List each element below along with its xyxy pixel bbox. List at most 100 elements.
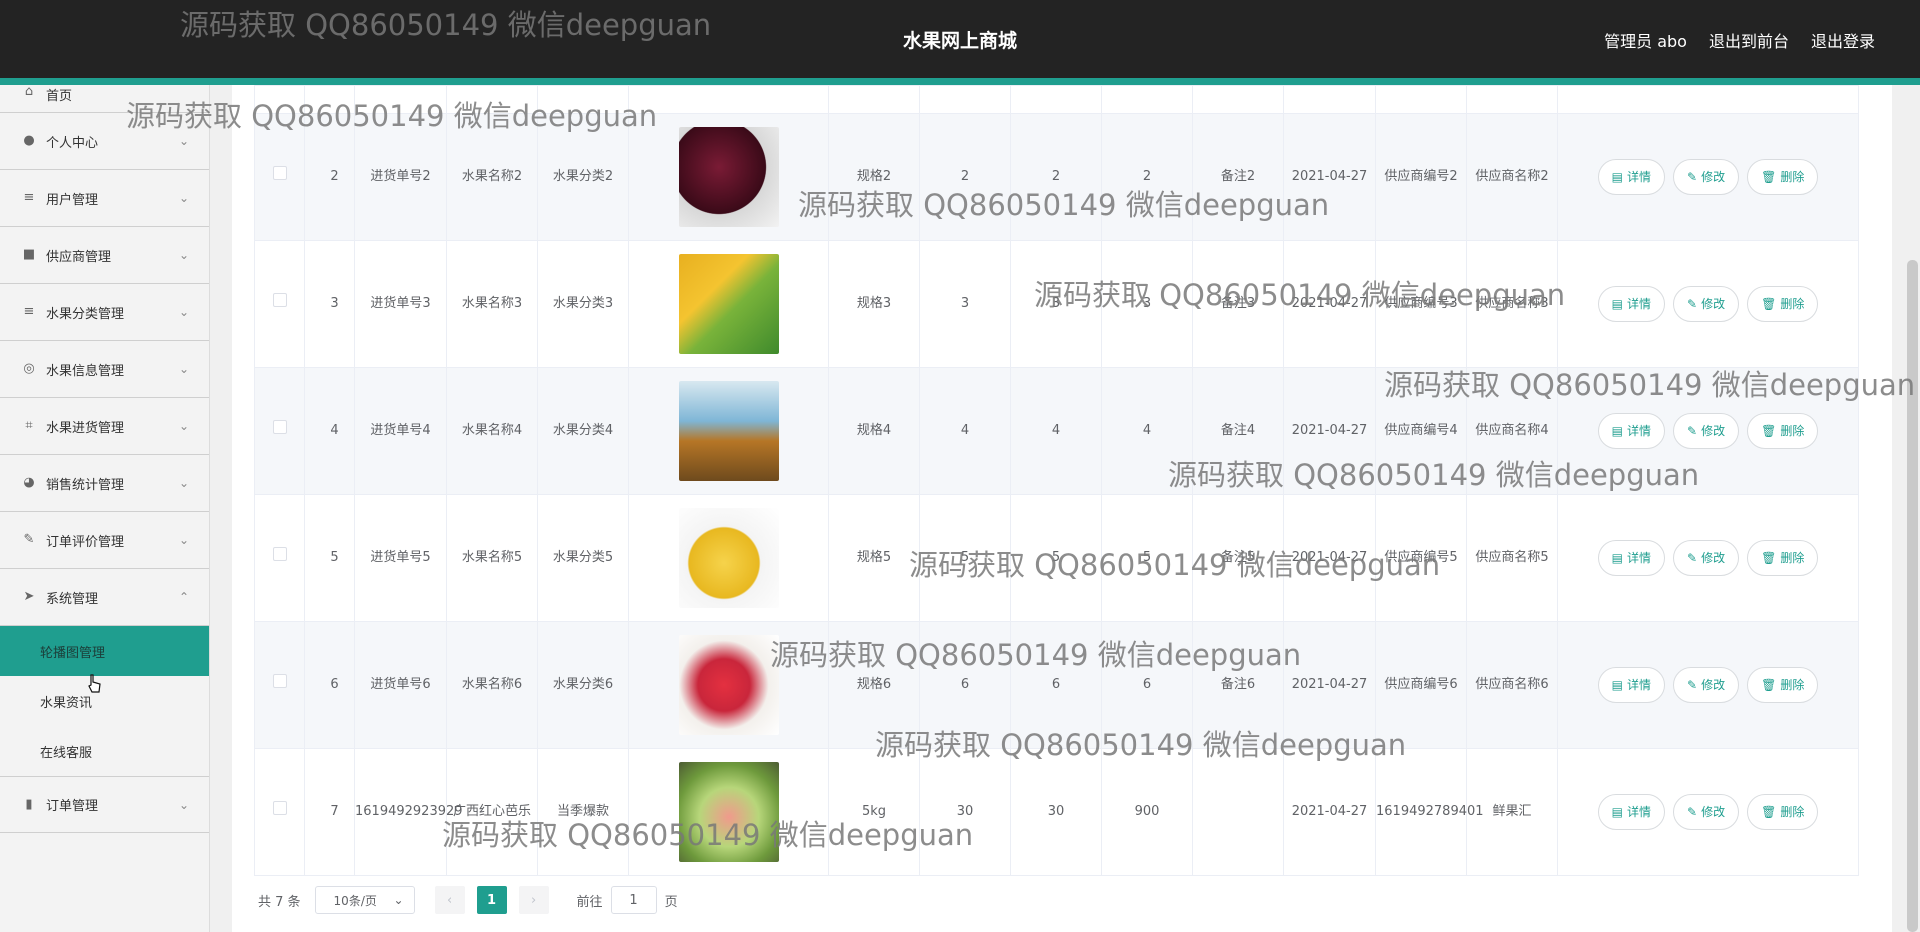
remark: 备注3	[1192, 240, 1284, 368]
sidebar-item-system[interactable]: ➤ 系统管理 ⌃	[0, 569, 209, 626]
sidebar-subitem-carousel[interactable]: 轮播图管理	[0, 626, 209, 676]
sidebar-item-suppliers[interactable]: ■ 供应商管理 ⌄	[0, 227, 209, 284]
document-icon: ▤	[1611, 551, 1623, 565]
detail-button[interactable]: ▤ 详情	[1597, 794, 1666, 830]
trash-icon: 🗑	[1761, 678, 1777, 692]
next-page-button[interactable]: ›	[518, 886, 549, 914]
supplier-name: 供应商名称3	[1466, 240, 1558, 368]
remark: 备注4	[1192, 367, 1284, 495]
row-index: 3	[304, 240, 355, 368]
row-checkbox[interactable]	[272, 674, 287, 688]
fruit-image	[678, 381, 779, 481]
fruit-category: 当季爆款	[537, 748, 629, 876]
quantity: 6	[919, 621, 1011, 749]
edit-button[interactable]: ✎ 修改	[1673, 413, 1740, 449]
page-suffix: 页	[664, 894, 678, 910]
row-checkbox[interactable]	[272, 420, 287, 434]
detail-button[interactable]: ▤ 详情	[1597, 413, 1666, 449]
chevron-down-icon: ⌄	[178, 305, 189, 319]
header-accent-line	[0, 78, 1920, 85]
total: 3	[1101, 240, 1193, 368]
box-icon: ■	[22, 247, 36, 262]
document-icon: ▤	[1611, 805, 1623, 819]
detail-button[interactable]: ▤ 详情	[1597, 159, 1666, 195]
purchase-code: 进货单号2	[354, 113, 447, 241]
row-checkbox[interactable]	[272, 547, 287, 561]
total: 6	[1101, 621, 1193, 749]
chevron-down-icon: ⌄	[178, 362, 189, 376]
sidebar-item-fruit-purchase[interactable]: ⌗ 水果进货管理 ⌄	[0, 398, 209, 455]
purchase-date: 2021-04-27	[1283, 621, 1376, 749]
sidebar-item-profile[interactable]: ● 个人中心 ⌄	[0, 113, 209, 170]
spec: 规格6	[828, 621, 920, 749]
detail-button[interactable]: ▤ 详情	[1597, 667, 1666, 703]
mouse-cursor-icon	[88, 674, 101, 693]
sidebar-item-label: 订单评价管理	[46, 534, 125, 550]
table-row: 7 1619492923929 广西红心芭乐 当季爆款 5kg 30 30 90…	[254, 748, 1859, 876]
supplier-code: 1619492789401	[1375, 748, 1484, 876]
goto-page-input[interactable]	[610, 886, 657, 914]
pencil-icon: ✎	[1687, 170, 1698, 184]
page-size-select[interactable]: 10条/页 ⌄	[314, 886, 415, 914]
pagination: 共 7 条 10条/页 ⌄ ‹ 1 › 前往 页	[258, 886, 678, 914]
scrollbar[interactable]	[1907, 260, 1918, 932]
quantity: 5	[919, 494, 1011, 622]
price: 3	[1010, 240, 1102, 368]
quantity: 3	[919, 240, 1011, 368]
sidebar-item-sales-stats[interactable]: ◕ 销售统计管理 ⌄	[0, 455, 209, 512]
delete-button[interactable]: 🗑 删除	[1747, 540, 1819, 576]
remark: 备注5	[1192, 494, 1284, 622]
top-links: 管理员 abo 退出到前台 退出登录	[1604, 28, 1875, 52]
sidebar-subitem-online-service[interactable]: 在线客服	[0, 726, 209, 776]
logout-link[interactable]: 退出登录	[1811, 28, 1875, 52]
chevron-down-icon: ⌄	[178, 248, 189, 262]
spec: 规格4	[828, 367, 920, 495]
admin-label: 管理员 abo	[1604, 32, 1687, 51]
fruit-image	[678, 508, 779, 608]
row-index: 4	[304, 367, 355, 495]
edit-button[interactable]: ✎ 修改	[1673, 286, 1740, 322]
row-checkbox[interactable]	[272, 801, 287, 815]
sidebar-item-fruit-info[interactable]: ◎ 水果信息管理 ⌄	[0, 341, 209, 398]
delete-button[interactable]: 🗑 删除	[1747, 413, 1819, 449]
table-row: 6 进货单号6 水果名称6 水果分类6 规格6 6 6 6 备注6 2021-0…	[254, 621, 1859, 749]
document-icon: ▤	[1611, 424, 1623, 438]
delete-button[interactable]: 🗑 删除	[1747, 286, 1819, 322]
sidebar-item-fruit-categories[interactable]: ≡ 水果分类管理 ⌄	[0, 284, 209, 341]
pencil-icon: ✎	[1687, 297, 1698, 311]
prev-page-button[interactable]: ‹	[434, 886, 465, 914]
total: 900	[1101, 748, 1193, 876]
delete-button[interactable]: 🗑 删除	[1747, 794, 1819, 830]
row-checkbox[interactable]	[272, 293, 287, 307]
sidebar-item-order-reviews[interactable]: ✎ 订单评价管理 ⌄	[0, 512, 209, 569]
pencil-icon: ✎	[1687, 424, 1698, 438]
edit-button[interactable]: ✎ 修改	[1673, 667, 1740, 703]
sidebar-subitem-fruit-news[interactable]: 水果资讯	[0, 676, 209, 726]
list-icon: ≡	[23, 190, 35, 205]
sidebar-item-home[interactable]: ⌂ 首页	[0, 85, 209, 113]
price: 4	[1010, 367, 1102, 495]
purchase-code: 进货单号4	[354, 367, 447, 495]
delete-button[interactable]: 🗑 删除	[1747, 667, 1819, 703]
sidebar-item-users[interactable]: ≡ 用户管理 ⌄	[0, 170, 209, 227]
row-index: 5	[304, 494, 355, 622]
sidebar-item-label: 用户管理	[46, 192, 99, 208]
supplier-code: 供应商编号2	[1375, 113, 1467, 241]
chevron-down-icon: ⌄	[178, 419, 189, 433]
detail-button[interactable]: ▤ 详情	[1597, 286, 1666, 322]
home-icon: ⌂	[24, 84, 34, 99]
fruit-category: 水果分类4	[537, 367, 629, 495]
delete-button[interactable]: 🗑 删除	[1747, 159, 1819, 195]
chevron-down-icon: ⌄	[178, 476, 189, 490]
edit-button[interactable]: ✎ 修改	[1673, 159, 1740, 195]
page-number-button[interactable]: 1	[476, 886, 507, 914]
edit-button[interactable]: ✎ 修改	[1673, 540, 1740, 576]
sidebar-item-orders[interactable]: ▮ 订单管理 ⌄	[0, 776, 209, 833]
detail-button[interactable]: ▤ 详情	[1597, 540, 1666, 576]
row-checkbox[interactable]	[272, 166, 287, 180]
crop-icon: ⌗	[25, 418, 33, 433]
edit-button[interactable]: ✎ 修改	[1673, 794, 1740, 830]
front-link[interactable]: 退出到前台	[1709, 28, 1789, 52]
sidebar-item-label: 供应商管理	[46, 249, 112, 265]
fruit-image	[678, 762, 779, 862]
